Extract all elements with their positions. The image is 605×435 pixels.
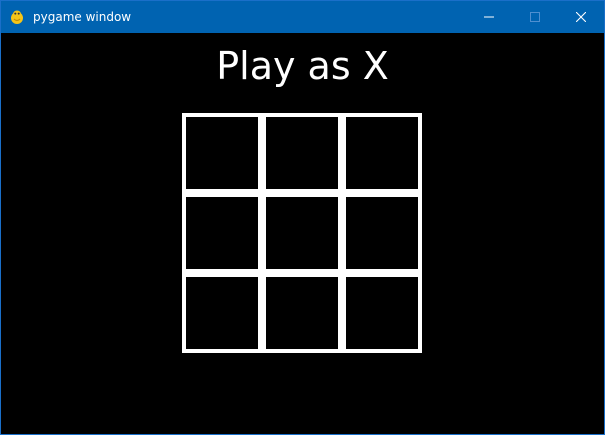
minimize-icon bbox=[484, 16, 494, 18]
game-canvas[interactable]: Play as X bbox=[1, 33, 604, 434]
maximize-icon bbox=[530, 12, 540, 22]
title-bar[interactable]: pygame window bbox=[1, 1, 604, 33]
board-cell-r2-c2[interactable] bbox=[262, 193, 342, 273]
pygame-snake-icon bbox=[11, 10, 23, 24]
board-cell-r3-c2[interactable] bbox=[262, 273, 342, 353]
pygame-window: pygame window Play as X bbox=[0, 0, 605, 435]
board-cell-r1-c2[interactable] bbox=[262, 113, 342, 193]
close-button[interactable] bbox=[558, 1, 604, 33]
board-cell-r2-c3[interactable] bbox=[342, 193, 422, 273]
board-cell-r3-c1[interactable] bbox=[182, 273, 262, 353]
minimize-button[interactable] bbox=[466, 1, 512, 33]
game-heading: Play as X bbox=[216, 44, 389, 88]
board-cell-r1-c1[interactable] bbox=[182, 113, 262, 193]
board-cell-r2-c1[interactable] bbox=[182, 193, 262, 273]
close-icon bbox=[576, 12, 586, 22]
board-cell-r3-c3[interactable] bbox=[342, 273, 422, 353]
tic-tac-toe-board bbox=[182, 113, 422, 353]
window-title: pygame window bbox=[33, 10, 132, 24]
board-cell-r1-c3[interactable] bbox=[342, 113, 422, 193]
maximize-button[interactable] bbox=[512, 1, 558, 33]
